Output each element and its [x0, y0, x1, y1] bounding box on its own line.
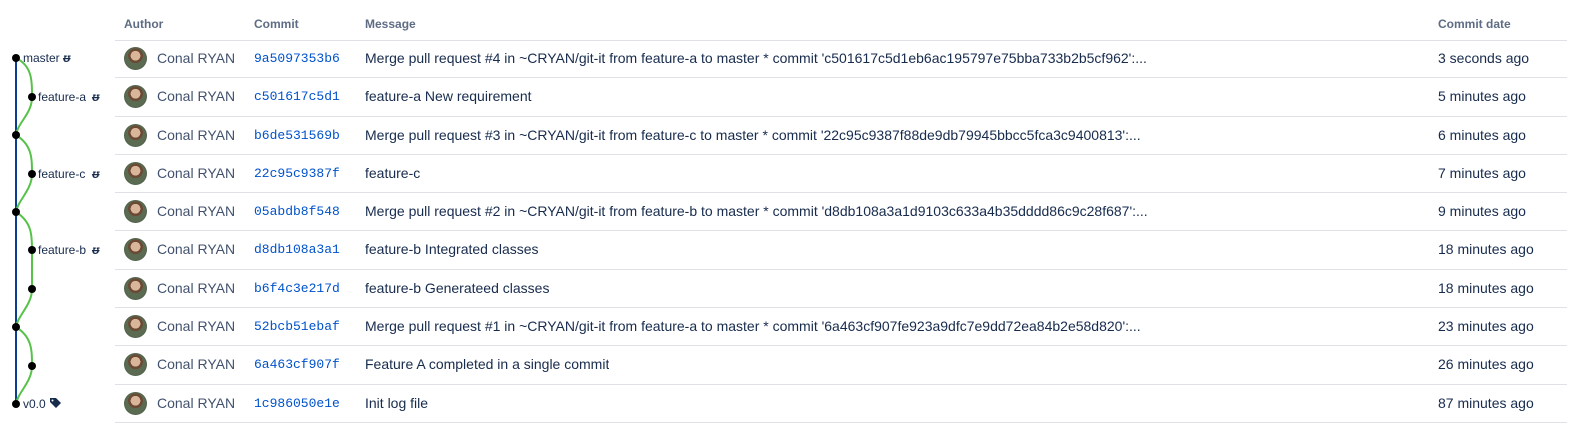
commit-date: 26 minutes ago — [1438, 356, 1534, 373]
commit-hash-link[interactable]: 05abdb8f548 — [254, 193, 340, 230]
table-row[interactable]: Conal RYAN d8db108a3a1 feature-b Integra… — [115, 231, 1567, 270]
author-name: Conal RYAN — [157, 164, 236, 181]
branch-icon: ᵿ — [62, 51, 71, 65]
commit-dot[interactable] — [28, 362, 36, 370]
commit-date: 23 minutes ago — [1438, 318, 1534, 335]
commit-dot[interactable] — [12, 400, 20, 408]
commit-message: feature-b Generateed classes — [365, 279, 550, 296]
commit-dot[interactable] — [28, 93, 36, 101]
table-row[interactable]: Conal RYAN 1c986050e1e Init log file 87 … — [115, 385, 1567, 423]
commit-date: 3 seconds ago — [1438, 50, 1530, 66]
avatar — [124, 161, 147, 185]
commit-message: Merge pull request #3 in ~CRYAN/git-it f… — [365, 126, 1141, 143]
commit-date: 18 minutes ago — [1438, 241, 1534, 258]
table-header: Author Commit Message Commit date — [115, 0, 1567, 41]
commit-hash-link[interactable]: b6f4c3e217d — [254, 270, 340, 307]
table-row[interactable]: Conal RYAN c501617c5d1 feature-a New req… — [115, 78, 1567, 117]
commit-dot[interactable] — [12, 54, 20, 62]
commit-date: 5 minutes ago — [1438, 88, 1526, 105]
author-name: Conal RYAN — [157, 88, 236, 105]
column-header-author: Author — [124, 17, 164, 31]
author-name: Conal RYAN — [157, 241, 236, 258]
avatar — [124, 123, 147, 147]
author-name: Conal RYAN — [157, 50, 236, 66]
avatar — [124, 238, 147, 262]
table-row[interactable]: Conal RYAN b6f4c3e217d feature-b Generat… — [115, 270, 1567, 309]
commit-date: 6 minutes ago — [1438, 126, 1526, 143]
commit-date: 87 minutes ago — [1438, 394, 1534, 411]
commit-hash-link[interactable]: c501617c5d1 — [254, 78, 340, 115]
commit-message: feature-a New requirement — [365, 88, 532, 105]
avatar — [124, 47, 147, 70]
commit-dot[interactable] — [28, 246, 36, 254]
tag-label[interactable]: v0.0 — [23, 397, 46, 411]
author-name: Conal RYAN — [157, 279, 236, 296]
commit-message: Feature A completed in a single commit — [365, 356, 610, 373]
commit-dot[interactable] — [28, 170, 36, 178]
commit-hash-link[interactable]: 6a463cf907f — [254, 346, 340, 383]
author-name: Conal RYAN — [157, 356, 236, 373]
author-name: Conal RYAN — [157, 318, 236, 335]
avatar — [124, 276, 147, 300]
commit-hash-link[interactable]: d8db108a3a1 — [254, 231, 340, 268]
branch-icon: ᵿ — [91, 90, 100, 104]
branch-icon: ᵿ — [91, 243, 100, 257]
branch-label-feature-c[interactable]: feature-c — [38, 167, 85, 181]
table-row[interactable]: Conal RYAN 6a463cf907f Feature A complet… — [115, 346, 1567, 385]
commit-date: 18 minutes ago — [1438, 279, 1534, 296]
commit-dot[interactable] — [12, 323, 20, 331]
commit-dot[interactable] — [28, 285, 36, 293]
avatar — [124, 391, 147, 415]
avatar — [124, 200, 147, 224]
table-row[interactable]: Conal RYAN 05abdb8f548 Merge pull reques… — [115, 193, 1567, 232]
commit-message: Init log file — [365, 394, 429, 411]
table-row[interactable]: Conal RYAN 22c95c9387f feature-c 7 minut… — [115, 155, 1567, 194]
branch-label-feature-a[interactable]: feature-a — [38, 90, 86, 104]
author-name: Conal RYAN — [157, 126, 236, 143]
commit-message: Merge pull request #4 in ~CRYAN/git-it f… — [365, 50, 1147, 66]
author-name: Conal RYAN — [157, 394, 236, 411]
table-row[interactable]: Conal RYAN 9a5097353b6 Merge pull reques… — [115, 40, 1567, 79]
commit-dot[interactable] — [12, 208, 20, 216]
branch-label-feature-b[interactable]: feature-b — [38, 243, 86, 257]
commit-dot[interactable] — [12, 131, 20, 139]
commit-hash-link[interactable]: 9a5097353b6 — [254, 40, 340, 77]
avatar — [124, 315, 147, 339]
avatar — [124, 85, 147, 109]
author-name: Conal RYAN — [157, 203, 236, 220]
branch-icon: ᵿ — [91, 167, 100, 181]
feature-b-branch-line — [15, 211, 33, 328]
column-header-commit: Commit — [254, 17, 299, 31]
commit-message: Merge pull request #2 in ~CRYAN/git-it f… — [365, 203, 1148, 220]
table-row[interactable]: Conal RYAN b6de531569b Merge pull reques… — [115, 117, 1567, 155]
commit-date: 9 minutes ago — [1438, 203, 1526, 220]
commit-message: feature-c — [365, 164, 421, 181]
commit-table: Conal RYAN 9a5097353b6 Merge pull reques… — [115, 40, 1567, 423]
commit-message: Merge pull request #1 in ~CRYAN/git-it f… — [365, 318, 1141, 335]
avatar — [124, 353, 147, 377]
tag-icon — [50, 398, 61, 408]
commit-date: 7 minutes ago — [1438, 164, 1526, 181]
branch-label-master[interactable]: master — [23, 51, 60, 65]
table-row[interactable]: Conal RYAN 52bcb51ebaf Merge pull reques… — [115, 308, 1567, 347]
column-header-commit-date: Commit date — [1438, 17, 1511, 31]
commit-hash-link[interactable]: 52bcb51ebaf — [254, 308, 340, 345]
column-header-message: Message — [365, 17, 416, 31]
commit-hash-link[interactable]: 22c95c9387f — [254, 155, 340, 192]
commit-message: feature-b Integrated classes — [365, 241, 539, 258]
commit-hash-link[interactable]: 1c986050e1e — [254, 385, 340, 422]
commit-hash-link[interactable]: b6de531569b — [254, 117, 340, 154]
commit-graph: master ᵿ feature-a ᵿ feature-c ᵿ feature… — [12, 51, 100, 411]
